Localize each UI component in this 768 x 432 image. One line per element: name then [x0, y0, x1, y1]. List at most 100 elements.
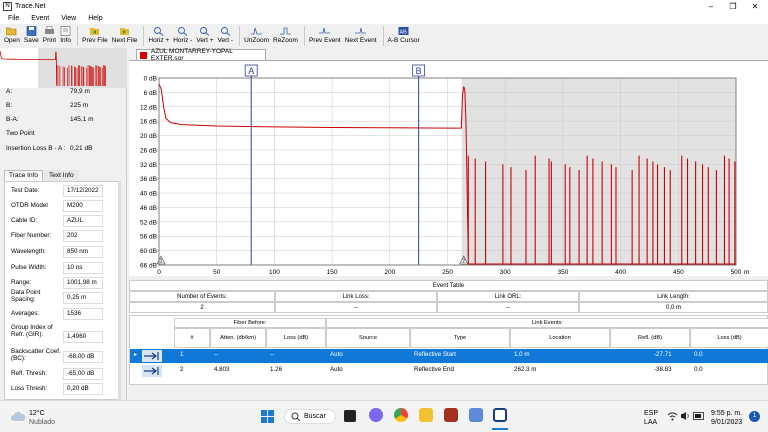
col-header-source: Source [326, 328, 410, 348]
next-event-button[interactable]: Next Event [345, 24, 377, 48]
cell-source: Auto [330, 366, 343, 373]
info-scrollbar[interactable] [118, 181, 121, 400]
open-label: Open [4, 37, 20, 44]
input-language[interactable]: ESP [644, 410, 658, 417]
cloud-icon [11, 411, 26, 421]
menu-file[interactable]: File [8, 15, 19, 22]
toolbar-separator [143, 26, 145, 46]
y-tick-label: 12 dB [140, 104, 157, 111]
cell-source: Auto [330, 351, 343, 358]
battery-icon[interactable] [693, 412, 705, 420]
vert-plus-button[interactable]: Vert + [196, 24, 214, 48]
ab-cursor-icon: AB [398, 27, 409, 36]
info-button[interactable]: Info [60, 24, 71, 48]
table-row[interactable]: 2 4.803 1.26 Auto Reflective End 262.3 m… [130, 364, 768, 378]
vert-minus-label: Vert - [217, 37, 234, 44]
event-table-title: Event Table [129, 280, 768, 291]
pinned-app-icon[interactable] [444, 408, 458, 422]
col-header-refl: Refl. (dB) [610, 328, 690, 348]
pinned-app-2-icon[interactable] [469, 408, 483, 422]
app-icon: N [3, 2, 12, 11]
x-tick-label: 100 [269, 269, 280, 276]
menu-event[interactable]: Event [31, 15, 49, 22]
teams-chat-icon[interactable] [369, 408, 383, 422]
wavelength-label: Wavelength: [11, 248, 46, 255]
x-tick-label: 0 [157, 269, 161, 276]
volume-icon[interactable] [680, 411, 691, 421]
pulse-width-label: Pulse Width: [11, 264, 47, 271]
tab-trace-info[interactable]: Trace Info [4, 170, 44, 181]
loss-thresh-label: Loss Thresh: [11, 385, 48, 392]
x-tick-label: 300 [500, 269, 511, 276]
y-tick-label: 46 dB [140, 205, 157, 212]
windows-start-icon[interactable] [261, 410, 274, 423]
cell-location: 1.0 m [514, 351, 530, 358]
data-point-spacing-label: Data Point Spacing: [11, 289, 41, 303]
menu-view[interactable]: View [61, 15, 76, 22]
cell-refl: -27.71 [654, 351, 672, 358]
close-button[interactable]: ✕ [744, 0, 766, 13]
unzoom-button[interactable]: UnZoom [244, 24, 269, 48]
prev-file-button[interactable]: Prev File [82, 24, 108, 48]
next-file-label: Next File [111, 37, 138, 44]
minimize-button[interactable]: – [700, 0, 722, 13]
toolbar-separator [382, 26, 384, 46]
save-label: Save [23, 37, 39, 44]
print-icon [44, 26, 54, 34]
table-row[interactable]: ▸ 1 -- -- Auto Reflective Start 1.0 m -2… [130, 349, 768, 363]
otdr-trace-plot[interactable]: AB 12 0 dB6 dB12 dB16 dB20 dB26 dB32 dB3… [129, 61, 768, 277]
toolbar-separator [239, 26, 241, 46]
input-language-layout[interactable]: LAA [644, 419, 657, 426]
ab-cursor-button[interactable]: AB A-B Cursor [388, 24, 420, 48]
prev-event-button[interactable]: Prev Event [309, 24, 341, 48]
summary-header-events: Number of Events: [129, 291, 275, 302]
menu-help[interactable]: Help [88, 15, 102, 22]
rezoom-button[interactable]: ReZoom [273, 24, 298, 48]
zoom-out-vertical-icon [220, 27, 231, 36]
cursor-b-label: B: [6, 102, 13, 109]
maximize-button[interactable]: ❐ [722, 0, 744, 13]
next-file-button[interactable]: Next File [111, 24, 138, 48]
save-button[interactable]: Save [24, 24, 39, 48]
clock-time[interactable]: 9:55 p. m. [711, 410, 742, 417]
cell-location: 262.3 m [514, 366, 537, 373]
unzoom-icon [251, 27, 263, 35]
print-button[interactable]: Print [43, 24, 56, 48]
group-fiber-before: Fiber Before: [174, 318, 326, 328]
ab-cursor-label: A-B Cursor [387, 37, 420, 44]
zoom-in-vertical-icon [200, 27, 210, 36]
wifi-icon[interactable] [667, 411, 678, 421]
next-event-label: Next Event [344, 37, 377, 44]
event-markers[interactable]: 12 [156, 255, 469, 265]
x-tick-label: 200 [384, 269, 395, 276]
horiz-plus-button[interactable]: Horiz + [148, 24, 169, 48]
ab-cursors[interactable]: AB [244, 64, 426, 265]
vert-minus-button[interactable]: Vert - [217, 24, 234, 48]
zoom-in-horizontal-icon [154, 27, 164, 36]
row-selector-icon: ▸ [134, 351, 138, 358]
cell-loss: 0.0 [694, 366, 703, 373]
trace-net-taskbar-icon[interactable] [493, 408, 507, 422]
notification-badge[interactable]: 1 [749, 411, 760, 422]
task-view-icon[interactable] [344, 410, 356, 422]
trace-line [158, 83, 469, 257]
trace-info-panel: Test Date: 17/12/2022 OTDR Model M200 Ca… [4, 181, 120, 400]
y-tick-label: 60 dB [140, 248, 157, 255]
open-button[interactable]: Open [4, 24, 20, 48]
weather-temp[interactable]: 12°C [29, 410, 45, 417]
file-explorer-icon[interactable] [419, 408, 433, 422]
otdr-model-label: OTDR Model [11, 202, 48, 209]
search-box[interactable]: Buscar [284, 409, 336, 424]
chrome-icon[interactable] [394, 408, 408, 422]
horiz-minus-button[interactable]: Horiz - [173, 24, 192, 48]
clock-date[interactable]: 9/01/2023 [711, 419, 742, 426]
toolbar-separator [303, 26, 305, 46]
prev-event-label: Prev Event [308, 37, 341, 44]
document-tab[interactable]: AZUL MONTARREY-YOPAL EXTER.sor [136, 48, 266, 62]
summary-header-link-orl: Link ORL: [437, 291, 579, 302]
tab-text-info[interactable]: Text Info [44, 170, 79, 181]
cursor-ba-label: B-A: [6, 116, 19, 123]
otdr-chart[interactable]: AB 12 0 dB 6 dB 12 dB 16 dB 20 dB 26 dB 32 dB 3… [129, 60, 768, 276]
weather-desc[interactable]: Nublado [29, 419, 55, 426]
trace-overview[interactable] [0, 48, 127, 88]
